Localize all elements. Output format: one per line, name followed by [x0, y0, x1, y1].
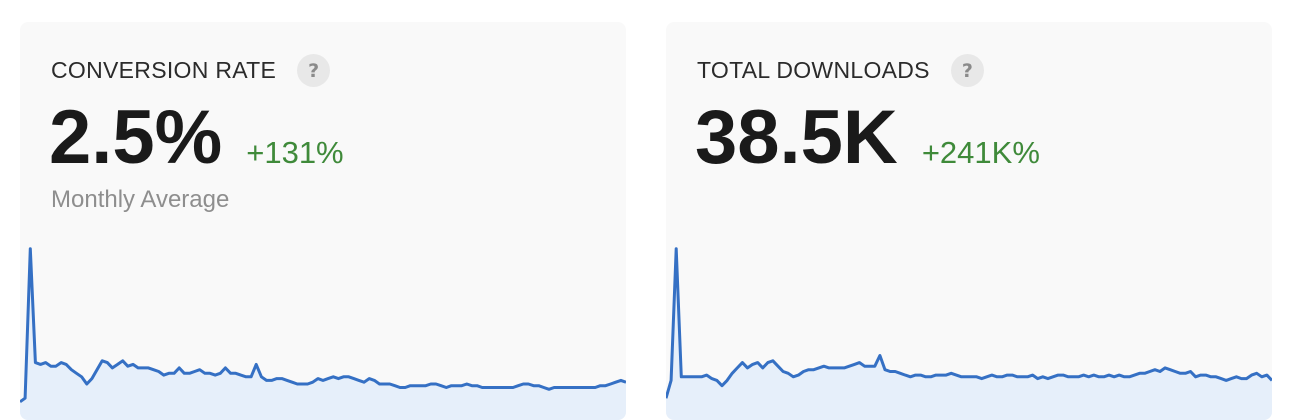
sparkline-area: [20, 248, 626, 420]
metric-row: 2.5% +131%: [49, 100, 344, 176]
metric-change: +131%: [246, 135, 344, 170]
metric-subtitle: Monthly Average: [51, 186, 230, 213]
sparkline-chart: [666, 247, 1272, 420]
conversion-rate-card: CONVERSION RATE ? 2.5% +131% Monthly Ave…: [20, 22, 626, 420]
total-downloads-card: TOTAL DOWNLOADS ? 38.5K +241K%: [666, 22, 1272, 420]
metric-row: 38.5K +241K%: [695, 100, 1040, 176]
question-mark-icon[interactable]: ?: [297, 54, 331, 87]
sparkline-chart: [20, 247, 626, 420]
card-title: TOTAL DOWNLOADS: [697, 57, 930, 83]
card-header: TOTAL DOWNLOADS ?: [697, 54, 984, 87]
metric-value: 38.5K: [695, 95, 898, 180]
card-header: CONVERSION RATE ?: [51, 54, 331, 87]
sparkline-area: [666, 248, 1272, 420]
question-mark-icon[interactable]: ?: [950, 54, 984, 87]
metric-change: +241K%: [921, 135, 1040, 170]
card-title: CONVERSION RATE: [51, 57, 277, 83]
metric-value: 2.5%: [49, 95, 223, 180]
